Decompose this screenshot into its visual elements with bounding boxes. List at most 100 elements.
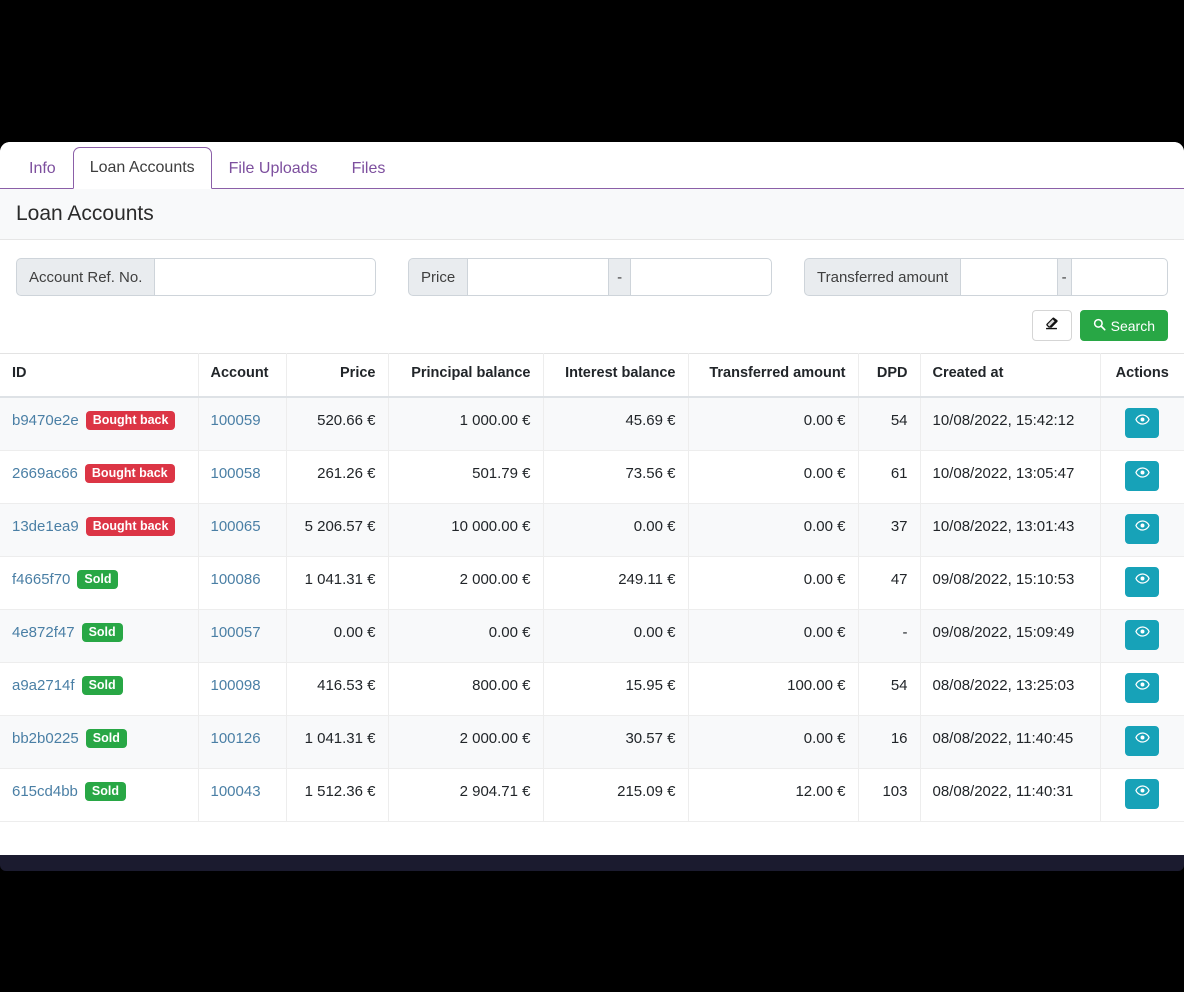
status-badge: Sold xyxy=(77,569,119,590)
cell-account: 100057 xyxy=(198,609,287,663)
eye-icon xyxy=(1135,677,1150,699)
account-link[interactable]: 100065 xyxy=(211,518,261,535)
cell-account: 100098 xyxy=(198,662,287,716)
account-link[interactable]: 100059 xyxy=(211,412,261,429)
loan-account-id-link[interactable]: 615cd4bb xyxy=(12,781,78,803)
account-link[interactable]: 100057 xyxy=(211,624,261,641)
search-button[interactable]: Search xyxy=(1079,310,1168,342)
view-button[interactable] xyxy=(1125,778,1160,809)
column-header-account: Account xyxy=(198,353,287,398)
search-icon xyxy=(1093,318,1106,334)
cell-actions xyxy=(1100,503,1184,557)
account-link[interactable]: 100126 xyxy=(211,730,261,747)
cell-transferred-amount: 12.00 € xyxy=(688,768,859,822)
view-button[interactable] xyxy=(1125,725,1160,756)
loan-account-id-link[interactable]: bb2b0225 xyxy=(12,728,79,750)
cell-principal-balance: 800.00 € xyxy=(388,662,544,716)
cell-created-at: 08/08/2022, 11:40:31 xyxy=(920,768,1101,822)
transferred-amount-to-input[interactable] xyxy=(1070,258,1168,297)
account-link[interactable]: 100043 xyxy=(211,783,261,800)
account-ref-input[interactable] xyxy=(154,258,376,297)
screen: Info Loan Accounts File Uploads Files Loan … xyxy=(0,0,1184,992)
cell-interest-balance: 0.00 € xyxy=(543,503,689,557)
status-badge: Sold xyxy=(81,622,123,643)
cell-actions xyxy=(1100,768,1184,822)
table-row: a9a2714f Sold 100098 416.53 €800.00 €15.95 … xyxy=(0,662,1184,716)
column-header-interest-balance: Interest balance xyxy=(543,353,689,398)
cell-transferred-amount: 0.00 € xyxy=(688,609,859,663)
cell-price: 1 041.31 € xyxy=(286,556,389,610)
column-header-dpd: DPD xyxy=(858,353,921,398)
clear-filters-button[interactable] xyxy=(1031,310,1072,342)
cell-actions xyxy=(1100,556,1184,610)
status-badge: Bought back xyxy=(85,516,176,537)
loan-accounts-table: ID Account Price Principal balance Interest … xyxy=(0,353,1184,822)
cell-actions xyxy=(1100,715,1184,769)
view-button[interactable] xyxy=(1125,460,1160,491)
cell-price: 0.00 € xyxy=(286,609,389,663)
loan-account-id-link[interactable]: 13de1ea9 xyxy=(12,516,79,538)
tab-files[interactable]: Files xyxy=(335,148,403,189)
loan-account-id-link[interactable]: 4e872f47 xyxy=(12,622,75,644)
cell-interest-balance: 0.00 € xyxy=(543,609,689,663)
cell-price: 416.53 € xyxy=(286,662,389,716)
account-link[interactable]: 100086 xyxy=(211,571,261,588)
table-row: 2669ac66 Bought back 100058 261.26 €501.79 … xyxy=(0,450,1184,504)
cell-created-at: 10/08/2022, 13:01:43 xyxy=(920,503,1101,557)
status-badge: Sold xyxy=(85,728,127,749)
view-button[interactable] xyxy=(1125,672,1160,703)
price-from-input[interactable] xyxy=(467,258,610,297)
tab-loan-accounts[interactable]: Loan Accounts xyxy=(72,146,212,189)
cell-created-at: 09/08/2022, 15:09:49 xyxy=(920,609,1101,663)
cell-actions xyxy=(1100,609,1184,663)
view-button[interactable] xyxy=(1125,513,1160,544)
content-card: Info Loan Accounts File Uploads Files Loan … xyxy=(0,142,1184,858)
loan-account-id-link[interactable]: f4665f70 xyxy=(12,569,70,591)
table-row: b9470e2e Bought back 100059 520.66 €1 000.0… xyxy=(0,396,1184,451)
status-badge: Sold xyxy=(84,781,126,802)
cell-id: 4e872f47 Sold xyxy=(0,609,199,663)
cell-id: 615cd4bb Sold xyxy=(0,768,199,822)
cell-principal-balance: 2 000.00 € xyxy=(388,556,544,610)
view-button[interactable] xyxy=(1125,407,1160,438)
transferred-amount-from-input[interactable] xyxy=(960,258,1058,297)
id-with-status: f4665f70 Sold xyxy=(12,569,186,591)
cell-account: 100065 xyxy=(198,503,287,557)
cell-transferred-amount: 0.00 € xyxy=(688,396,859,451)
id-with-status: 615cd4bb Sold xyxy=(12,781,186,803)
filter-actions: Search xyxy=(0,296,1184,353)
loan-account-id-link[interactable]: 2669ac66 xyxy=(12,463,78,485)
cell-id: 2669ac66 Bought back xyxy=(0,450,199,504)
account-link[interactable]: 100058 xyxy=(211,465,261,482)
cell-account: 100126 xyxy=(198,715,287,769)
filter-bar: Account Ref. No. Price - Transferred amo… xyxy=(0,240,1184,297)
view-button[interactable] xyxy=(1125,619,1160,650)
cell-dpd: - xyxy=(858,609,921,663)
table-row: 13de1ea9 Bought back 100065 5 206.57 €10 00… xyxy=(0,503,1184,557)
cell-interest-balance: 73.56 € xyxy=(543,450,689,504)
column-header-transferred-amount: Transferred amount xyxy=(688,353,859,398)
column-header-created-at: Created at xyxy=(920,353,1101,398)
cell-dpd: 103 xyxy=(858,768,921,822)
view-button[interactable] xyxy=(1125,566,1160,597)
id-with-status: b9470e2e Bought back xyxy=(12,410,186,432)
tab-info[interactable]: Info xyxy=(12,148,73,189)
tab-file-uploads[interactable]: File Uploads xyxy=(212,148,335,189)
cell-transferred-amount: 100.00 € xyxy=(688,662,859,716)
cell-created-at: 10/08/2022, 15:42:12 xyxy=(920,396,1101,451)
cell-interest-balance: 249.11 € xyxy=(543,556,689,610)
eye-icon xyxy=(1135,571,1150,593)
status-badge: Sold xyxy=(81,675,123,696)
cell-id: 13de1ea9 Bought back xyxy=(0,503,199,557)
loan-account-id-link[interactable]: b9470e2e xyxy=(12,410,79,432)
price-to-input[interactable] xyxy=(629,258,772,297)
account-link[interactable]: 100098 xyxy=(211,677,261,694)
status-badge: Bought back xyxy=(84,463,175,484)
cell-price: 520.66 € xyxy=(286,396,389,451)
loan-account-id-link[interactable]: a9a2714f xyxy=(12,675,75,697)
eye-icon xyxy=(1135,518,1150,540)
table-row: f4665f70 Sold 100086 1 041.31 €2 000.00 €24… xyxy=(0,556,1184,610)
id-with-status: bb2b0225 Sold xyxy=(12,728,186,750)
cell-account: 100086 xyxy=(198,556,287,610)
cell-principal-balance: 1 000.00 € xyxy=(388,396,544,451)
